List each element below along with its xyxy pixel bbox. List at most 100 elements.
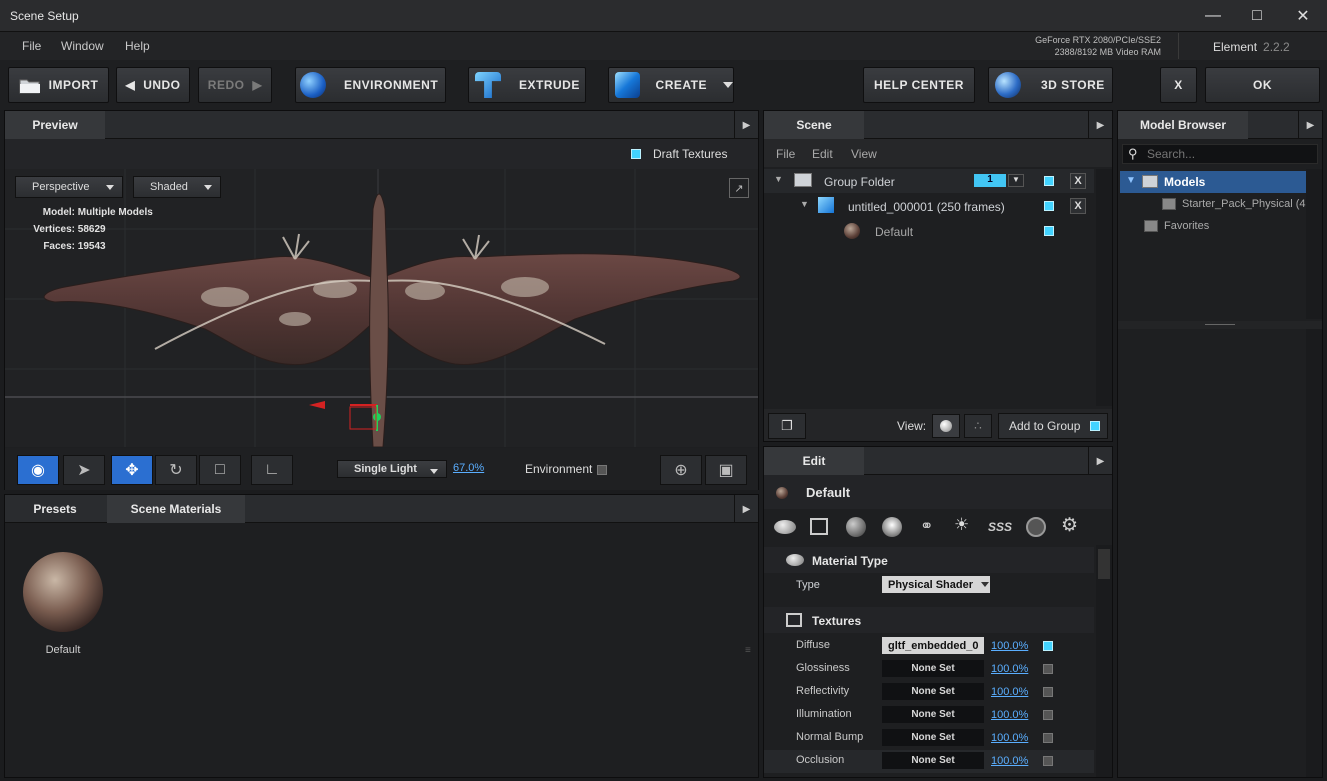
texture-strength-value[interactable]: 100.0% (991, 732, 1028, 744)
light-intensity-value[interactable]: 67.0% (453, 462, 484, 474)
tab-presets[interactable]: Presets (5, 495, 105, 523)
3d-store-button[interactable]: 3D STORE (988, 67, 1113, 103)
menu-file[interactable]: File (22, 39, 41, 53)
maximize-button[interactable]: □ (1234, 0, 1280, 32)
texture-slot-field[interactable]: None Set (882, 683, 984, 700)
fullscreen-icon[interactable]: ↗ (729, 178, 749, 198)
add-to-group-button[interactable]: Add to Group (998, 413, 1108, 439)
group-delete-button[interactable]: X (1070, 173, 1086, 189)
tree-row-model[interactable]: ▼ untitled_000001 (250 frames) X (764, 194, 1094, 218)
new-folder-icon[interactable]: ❐ (768, 413, 806, 439)
search-input[interactable] (1147, 146, 1313, 162)
browser-item-favorites[interactable]: Favorites (1120, 216, 1306, 238)
texture-strength-value[interactable]: 100.0% (991, 640, 1028, 652)
expand-arrow-icon[interactable]: ▶ (1088, 447, 1112, 475)
texture-enable-checkbox[interactable] (1043, 641, 1053, 651)
cancel-button[interactable]: X (1160, 67, 1197, 103)
expand-arrow-icon[interactable]: ▶ (734, 495, 758, 523)
model-visible-checkbox[interactable] (1044, 201, 1054, 211)
bulb-icon[interactable]: ☀ (954, 515, 969, 535)
projection-dropdown[interactable]: Perspective (15, 176, 123, 198)
camera-tool-icon[interactable]: ◉ (17, 455, 59, 485)
material-type-icon[interactable] (774, 520, 796, 534)
sss-icon[interactable]: SSS (988, 520, 1012, 534)
collapse-triangle-icon[interactable]: ▼ (800, 199, 809, 209)
collapse-triangle-icon[interactable]: ▼ (1126, 175, 1136, 186)
axis-tool-icon[interactable]: ∟ (251, 455, 293, 485)
tab-scene[interactable]: Scene (764, 111, 864, 139)
edit-scrollbar[interactable] (1096, 545, 1112, 777)
tab-model-browser[interactable]: Model Browser (1118, 111, 1248, 139)
move-tool-icon[interactable]: ✥ (111, 455, 153, 485)
gear-icon[interactable]: ⚙ (1061, 514, 1078, 537)
view-sphere-icon[interactable] (932, 414, 960, 438)
group-visible-checkbox[interactable] (1044, 176, 1054, 186)
texture-enable-checkbox[interactable] (1043, 710, 1053, 720)
expand-arrow-icon[interactable]: ▶ (734, 111, 758, 139)
shader-sphere-icon[interactable] (846, 517, 866, 537)
scene-scrollbar[interactable] (1096, 169, 1112, 406)
tab-preview[interactable]: Preview (5, 111, 105, 139)
model-delete-button[interactable]: X (1070, 198, 1086, 214)
view-particles-icon[interactable]: ∴ (964, 414, 992, 438)
texture-slot-field[interactable]: None Set (882, 706, 984, 723)
texture-enable-checkbox[interactable] (1043, 664, 1053, 674)
collapse-triangle-icon[interactable]: ▼ (774, 174, 783, 184)
redo-button[interactable]: REDO ▶ (198, 67, 272, 103)
select-arrow-icon[interactable]: ➤ (63, 455, 105, 485)
3d-viewport[interactable]: Perspective Shaded ↗ Model: Multiple Mod… (5, 169, 758, 447)
texture-slot-field[interactable]: gltf_embedded_0 (882, 637, 984, 654)
target-icon[interactable]: ⊕ (660, 455, 702, 485)
reflection-sphere-icon[interactable] (882, 517, 902, 537)
texture-slot-field[interactable]: None Set (882, 752, 984, 769)
extrude-button[interactable]: EXTRUDE (468, 67, 586, 103)
texture-strength-value[interactable]: 100.0% (991, 663, 1028, 675)
expand-arrow-icon[interactable]: ▶ (1088, 111, 1112, 139)
scale-tool-icon[interactable]: □ (199, 455, 241, 485)
texture-slot-field[interactable]: None Set (882, 660, 984, 677)
texture-enable-checkbox[interactable] (1043, 687, 1053, 697)
texture-strength-value[interactable]: 100.0% (991, 709, 1028, 721)
close-window-button[interactable]: ✕ (1280, 0, 1326, 32)
browser-item-models[interactable]: ▼ Models (1120, 171, 1306, 193)
create-button[interactable]: CREATE (608, 67, 734, 103)
light-dropdown[interactable]: Single Light (337, 460, 447, 478)
import-button[interactable]: IMPORT (8, 67, 109, 103)
texture-strength-value[interactable]: 100.0% (991, 755, 1028, 767)
browser-item-starter-pack[interactable]: Starter_Pack_Physical (4 (1120, 194, 1306, 216)
material-visible-checkbox[interactable] (1044, 226, 1054, 236)
minimize-button[interactable]: — (1190, 0, 1236, 32)
help-center-button[interactable]: HELP CENTER (863, 67, 975, 103)
texture-slot-field[interactable]: None Set (882, 729, 984, 746)
scene-menu-edit[interactable]: Edit (812, 147, 833, 161)
add-to-group-checkbox[interactable] (1090, 421, 1101, 431)
tab-edit[interactable]: Edit (764, 447, 864, 475)
browser-scrollbar[interactable] (1306, 169, 1322, 319)
browser-splitter[interactable] (1118, 321, 1322, 329)
screen-icon[interactable]: ▣ (705, 455, 747, 485)
browser-lower-scrollbar[interactable] (1306, 329, 1322, 777)
tree-row-group-folder[interactable]: ▼ Group Folder 1 ▼ X (764, 169, 1094, 193)
texture-image-icon[interactable] (810, 518, 828, 535)
menu-help[interactable]: Help (125, 39, 150, 53)
tab-scene-materials[interactable]: Scene Materials (107, 495, 245, 523)
scene-menu-view[interactable]: View (851, 147, 877, 161)
draft-textures-checkbox[interactable] (631, 149, 641, 159)
texture-strength-value[interactable]: 100.0% (991, 686, 1028, 698)
expand-arrow-icon[interactable]: ▶ (1298, 111, 1322, 139)
rotate-tool-icon[interactable]: ↻ (155, 455, 197, 485)
wireframe-sphere-icon[interactable] (1026, 517, 1046, 537)
ok-button[interactable]: OK (1205, 67, 1320, 103)
shading-dropdown[interactable]: Shaded (133, 176, 221, 198)
splitter-handle[interactable]: ≡ (745, 645, 751, 656)
group-number-field[interactable]: 1 (974, 174, 1006, 187)
chevron-down-icon[interactable]: ▼ (1008, 174, 1024, 187)
glass-icon[interactable]: ⚭ (920, 516, 933, 536)
undo-button[interactable]: ◀ UNDO (116, 67, 190, 103)
material-sphere-thumbnail[interactable] (23, 552, 103, 632)
environment-button[interactable]: ENVIRONMENT (295, 67, 446, 103)
menu-window[interactable]: Window (61, 39, 104, 53)
type-dropdown[interactable]: Physical Shader (882, 576, 990, 593)
scrollbar-thumb[interactable] (1098, 549, 1110, 579)
texture-enable-checkbox[interactable] (1043, 756, 1053, 766)
